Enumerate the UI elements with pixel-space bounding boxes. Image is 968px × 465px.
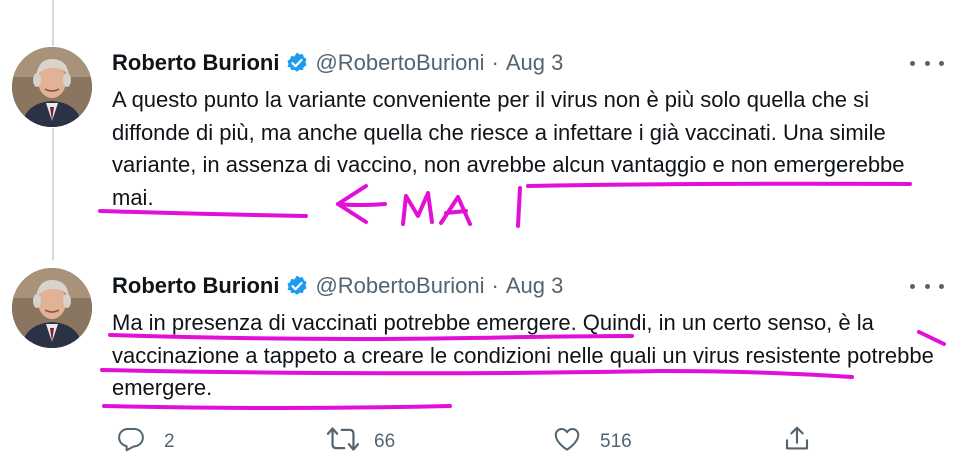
- retweet-button[interactable]: 66: [326, 422, 395, 462]
- like-button[interactable]: 516: [552, 422, 632, 462]
- verified-badge-icon: [285, 274, 309, 298]
- underline-emergere: [102, 404, 452, 410]
- tweet-date[interactable]: Aug 3: [506, 273, 564, 299]
- tweet-header: Roberto Burioni @RobertoBurioni · Aug 3: [112, 48, 563, 78]
- avatar[interactable]: [12, 268, 92, 348]
- verified-badge-icon: [285, 51, 309, 75]
- reply-count: 2: [164, 431, 175, 452]
- tweet-header: Roberto Burioni @RobertoBurioni · Aug 3: [112, 271, 563, 301]
- separator-dot: ·: [491, 273, 499, 298]
- share-button[interactable]: [782, 422, 812, 462]
- author-name[interactable]: Roberto Burioni: [112, 273, 279, 299]
- like-icon: [552, 424, 582, 460]
- more-options-icon[interactable]: [910, 276, 944, 296]
- share-icon: [782, 424, 812, 460]
- thread-connector-top: [52, 0, 54, 46]
- retweet-count: 66: [374, 431, 396, 452]
- avatar[interactable]: [12, 47, 92, 127]
- like-count: 516: [600, 431, 632, 452]
- separator-dot: ·: [491, 50, 499, 75]
- author-name[interactable]: Roberto Burioni: [112, 50, 279, 76]
- author-handle[interactable]: @RobertoBurioni: [315, 273, 484, 299]
- reply-icon: [116, 424, 146, 460]
- thread-connector: [52, 128, 54, 260]
- more-options-icon[interactable]: [910, 53, 944, 73]
- tweet-date[interactable]: Aug 3: [506, 50, 564, 76]
- author-handle[interactable]: @RobertoBurioni: [315, 50, 484, 76]
- tweet-text: Ma in presenza di vaccinati potrebbe eme…: [112, 310, 934, 400]
- tweet-actions: 2 66 516: [112, 422, 832, 462]
- retweet-icon: [326, 424, 360, 460]
- reply-button[interactable]: 2: [116, 422, 175, 462]
- tweet-text: A questo punto la variante conveniente p…: [112, 87, 905, 210]
